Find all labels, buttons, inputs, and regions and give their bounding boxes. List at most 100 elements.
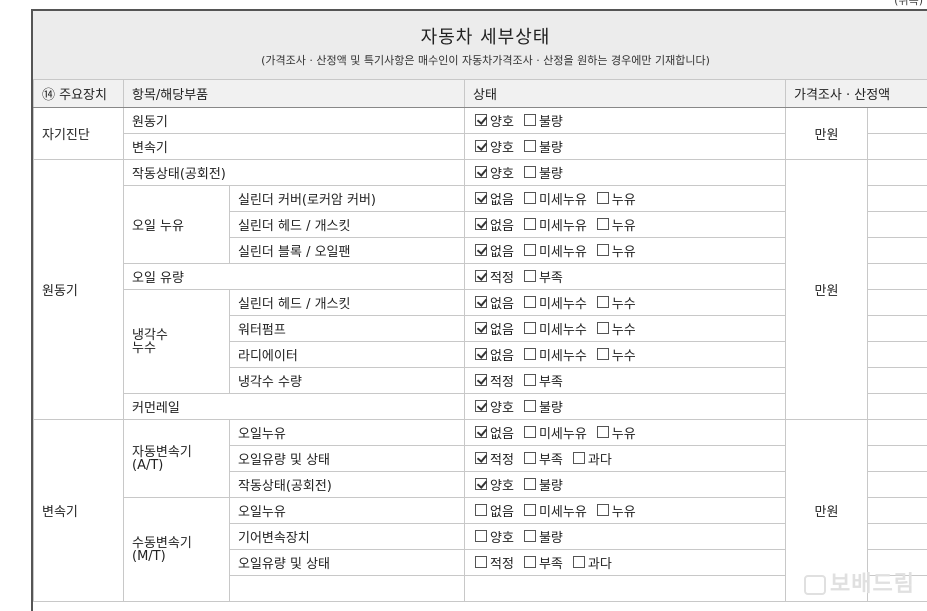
checked-checkbox[interactable]: [475, 140, 487, 152]
unchecked-checkbox[interactable]: [524, 530, 536, 542]
unchecked-checkbox[interactable]: [524, 114, 536, 126]
unchecked-checkbox[interactable]: [597, 218, 609, 230]
status-option[interactable]: 양호: [475, 527, 514, 546]
status-option[interactable]: 부족: [524, 371, 563, 390]
unchecked-checkbox[interactable]: [597, 192, 609, 204]
status-option[interactable]: 누유: [597, 241, 636, 260]
unchecked-checkbox[interactable]: [524, 426, 536, 438]
price-input[interactable]: [868, 316, 927, 342]
unchecked-checkbox[interactable]: [524, 374, 536, 386]
unchecked-checkbox[interactable]: [573, 452, 585, 464]
checked-checkbox[interactable]: [475, 270, 487, 282]
status-option[interactable]: 부족: [524, 267, 563, 286]
price-input[interactable]: [868, 134, 927, 160]
unchecked-checkbox[interactable]: [524, 348, 536, 360]
unchecked-checkbox[interactable]: [573, 556, 585, 568]
status-option[interactable]: 불량: [524, 111, 563, 130]
status-option[interactable]: 불량: [524, 475, 563, 494]
price-input[interactable]: [868, 108, 927, 134]
price-input[interactable]: [868, 446, 927, 472]
unchecked-checkbox[interactable]: [597, 296, 609, 308]
unchecked-checkbox[interactable]: [524, 556, 536, 568]
status-option[interactable]: 미세누유: [524, 241, 587, 260]
unchecked-checkbox[interactable]: [524, 270, 536, 282]
unchecked-checkbox[interactable]: [597, 504, 609, 516]
status-option[interactable]: 없음: [475, 293, 514, 312]
checked-checkbox[interactable]: [475, 296, 487, 308]
status-option[interactable]: 누유: [597, 423, 636, 442]
status-option[interactable]: 부족: [524, 553, 563, 572]
checked-checkbox[interactable]: [475, 166, 487, 178]
unchecked-checkbox[interactable]: [524, 166, 536, 178]
checked-checkbox[interactable]: [475, 192, 487, 204]
unchecked-checkbox[interactable]: [524, 478, 536, 490]
unchecked-checkbox[interactable]: [524, 504, 536, 516]
unchecked-checkbox[interactable]: [524, 244, 536, 256]
checked-checkbox[interactable]: [475, 374, 487, 386]
status-option[interactable]: 없음: [475, 345, 514, 364]
status-option[interactable]: 누수: [597, 345, 636, 364]
price-input[interactable]: [868, 290, 927, 316]
checked-checkbox[interactable]: [475, 452, 487, 464]
unchecked-checkbox[interactable]: [475, 556, 487, 568]
status-option[interactable]: 양호: [475, 397, 514, 416]
unchecked-checkbox[interactable]: [475, 530, 487, 542]
status-option[interactable]: 양호: [475, 475, 514, 494]
status-option[interactable]: 불량: [524, 163, 563, 182]
status-option[interactable]: 없음: [475, 423, 514, 442]
price-input[interactable]: [868, 160, 927, 186]
unchecked-checkbox[interactable]: [597, 348, 609, 360]
status-option[interactable]: 양호: [475, 137, 514, 156]
unchecked-checkbox[interactable]: [475, 504, 487, 516]
price-input[interactable]: [868, 264, 927, 290]
status-option[interactable]: 미세누유: [524, 189, 587, 208]
status-option[interactable]: 누유: [597, 189, 636, 208]
status-option[interactable]: 불량: [524, 527, 563, 546]
checked-checkbox[interactable]: [475, 426, 487, 438]
status-option[interactable]: 부족: [524, 449, 563, 468]
status-option[interactable]: 없음: [475, 241, 514, 260]
status-option[interactable]: 불량: [524, 137, 563, 156]
status-option[interactable]: 누수: [597, 293, 636, 312]
price-input[interactable]: [868, 342, 927, 368]
unchecked-checkbox[interactable]: [524, 296, 536, 308]
price-input[interactable]: [868, 212, 927, 238]
status-option[interactable]: 누유: [597, 215, 636, 234]
checked-checkbox[interactable]: [475, 218, 487, 230]
status-option[interactable]: 없음: [475, 189, 514, 208]
status-option[interactable]: 적정: [475, 267, 514, 286]
unchecked-checkbox[interactable]: [597, 426, 609, 438]
status-option[interactable]: 없음: [475, 501, 514, 520]
unchecked-checkbox[interactable]: [524, 140, 536, 152]
unchecked-checkbox[interactable]: [524, 192, 536, 204]
status-option[interactable]: 적정: [475, 553, 514, 572]
checked-checkbox[interactable]: [475, 400, 487, 412]
status-option[interactable]: 미세누유: [524, 215, 587, 234]
unchecked-checkbox[interactable]: [524, 218, 536, 230]
status-option[interactable]: 없음: [475, 319, 514, 338]
status-option[interactable]: 미세누수: [524, 293, 587, 312]
price-input[interactable]: [868, 186, 927, 212]
status-option[interactable]: 누유: [597, 501, 636, 520]
status-option[interactable]: 적정: [475, 371, 514, 390]
unchecked-checkbox[interactable]: [597, 322, 609, 334]
status-option[interactable]: 미세누수: [524, 319, 587, 338]
status-option[interactable]: 미세누유: [524, 423, 587, 442]
status-option[interactable]: 양호: [475, 111, 514, 130]
checked-checkbox[interactable]: [475, 244, 487, 256]
price-input[interactable]: [868, 472, 927, 498]
checked-checkbox[interactable]: [475, 348, 487, 360]
unchecked-checkbox[interactable]: [524, 322, 536, 334]
checked-checkbox[interactable]: [475, 322, 487, 334]
price-input[interactable]: [868, 524, 927, 550]
price-input[interactable]: [868, 394, 927, 420]
status-option[interactable]: 미세누유: [524, 501, 587, 520]
price-input[interactable]: [868, 498, 927, 524]
price-input[interactable]: [868, 368, 927, 394]
unchecked-checkbox[interactable]: [524, 400, 536, 412]
status-option[interactable]: 적정: [475, 449, 514, 468]
checked-checkbox[interactable]: [475, 114, 487, 126]
status-option[interactable]: 미세누수: [524, 345, 587, 364]
price-input[interactable]: [868, 238, 927, 264]
status-option[interactable]: 과다: [573, 553, 612, 572]
